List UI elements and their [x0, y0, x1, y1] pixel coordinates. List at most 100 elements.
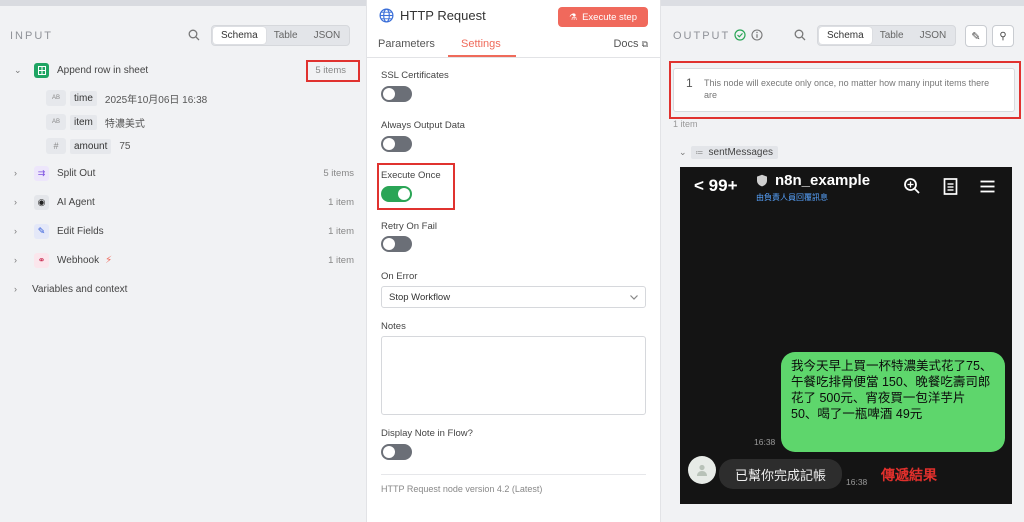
edit-output-button[interactable]: ✎ [965, 25, 987, 47]
chevron-down-icon[interactable]: ⌄ [14, 65, 26, 76]
string-type-icon: AB [46, 114, 66, 130]
item-count: 5 items [323, 167, 354, 179]
on-error-value: Stop Workflow [389, 291, 451, 303]
on-error-label: On Error [381, 271, 418, 282]
notice-text: This node will execute only once, no mat… [704, 78, 990, 100]
search-icon[interactable] [794, 29, 806, 41]
notes-icon [943, 178, 958, 195]
search-icon [904, 178, 920, 194]
message-time: 16:38 [754, 437, 776, 447]
chevron-right-icon[interactable]: › [14, 255, 26, 265]
item-count: 1 item [328, 225, 354, 237]
split-out-icon: ⇉ [34, 165, 49, 181]
google-sheets-icon [34, 62, 49, 78]
tab-json[interactable]: JSON [306, 27, 349, 44]
field-row-item: AB item 特濃美式 [46, 112, 145, 132]
annotation-label: 傳遞結果 [881, 467, 937, 483]
tab-json[interactable]: JSON [912, 27, 955, 44]
field-key[interactable]: item [70, 114, 97, 130]
divider [381, 474, 646, 475]
display-note-toggle[interactable] [381, 444, 412, 460]
retry-toggle[interactable] [381, 236, 412, 252]
field-row-time: AB time 2025年10月06日 16:38 [46, 88, 207, 108]
notes-label: Notes [381, 321, 406, 332]
chevron-down-icon[interactable]: ⌄ [679, 147, 687, 158]
on-error-select[interactable]: Stop Workflow [381, 286, 646, 308]
output-view-switch: Schema Table JSON [817, 25, 957, 46]
chat-name: n8n_example [775, 172, 871, 189]
tree-item-split-out[interactable]: › ⇉ Split Out 5 items [14, 163, 354, 183]
list-icon: ≔ [695, 147, 704, 157]
pencil-icon: ✎ [34, 223, 49, 239]
ssl-toggle[interactable] [381, 86, 412, 102]
display-note-label: Display Note in Flow? [381, 428, 473, 439]
retry-label: Retry On Fail [381, 221, 437, 232]
external-link-icon: ⧉ [641, 39, 648, 49]
field-value: 75 [119, 140, 131, 152]
input-title: INPUT [10, 30, 53, 42]
back-button: < 99+ [694, 176, 738, 195]
chevron-right-icon[interactable]: › [14, 197, 26, 207]
execute-once-toggle[interactable] [381, 186, 412, 202]
chat-subtitle: 由負責人員回覆訊息 [756, 193, 828, 202]
field-key[interactable]: ≔ sentMessages [690, 145, 779, 159]
tree-item-append-row[interactable]: ⌄ Append row in sheet 5 items [14, 60, 354, 80]
globe-icon [379, 8, 394, 23]
chevron-down-icon [630, 295, 638, 300]
user-icon [697, 464, 707, 476]
outgoing-message: 我今天早上買一杯特濃美式花了75、午餐吃排骨便當 150、晚餐吃壽司郎花了 50… [781, 352, 1005, 452]
field-row-amount: # amount 75 [46, 136, 130, 156]
chevron-right-icon[interactable]: › [14, 226, 26, 236]
tree-item-variables[interactable]: › Variables and context [14, 279, 354, 299]
menu-icon [980, 180, 995, 193]
settings-tabs: Parameters Settings Docs ⧉ [367, 34, 660, 58]
chat-header: < 99+ n8n_example 由負責人員回覆訊息 [680, 167, 1012, 209]
tab-table[interactable]: Table [266, 27, 306, 44]
execute-once-notice: 1 This node will execute only once, no m… [673, 68, 1015, 112]
tab-settings[interactable]: Settings [461, 38, 501, 50]
tree-item-ai-agent[interactable]: › ◉ AI Agent 1 item [14, 192, 354, 212]
info-icon[interactable] [751, 29, 763, 41]
chevron-right-icon[interactable]: › [14, 168, 26, 178]
message-time: 16:38 [846, 477, 868, 487]
tree-item-label: Split Out [57, 167, 96, 179]
field-value: 2025年10月06日 16:38 [104, 94, 208, 106]
number-type-icon: # [46, 138, 66, 154]
notice-number: 1 [686, 76, 693, 90]
top-strip [661, 0, 1024, 6]
tree-item-label: Append row in sheet [57, 64, 149, 76]
docs-link[interactable]: Docs ⧉ [613, 38, 648, 50]
chevron-right-icon[interactable]: › [14, 284, 26, 294]
flask-icon: ⚗ [569, 11, 578, 22]
always-output-label: Always Output Data [381, 120, 465, 131]
tab-parameters[interactable]: Parameters [378, 38, 435, 50]
field-key[interactable]: time [70, 90, 97, 106]
item-count: 1 item [328, 196, 354, 208]
field-value: 特濃美式 [104, 118, 145, 130]
pin-data-button[interactable]: ⚲ [992, 25, 1014, 47]
search-icon[interactable] [188, 29, 200, 41]
tab-table[interactable]: Table [872, 27, 912, 44]
highlight-box [306, 60, 360, 82]
tab-schema[interactable]: Schema [819, 27, 872, 44]
robot-icon: ◉ [34, 194, 49, 210]
field-key[interactable]: amount [70, 138, 112, 154]
input-view-switch: Schema Table JSON [211, 25, 351, 46]
incoming-message: 已幫你完成記帳 [719, 459, 842, 489]
success-check-icon [734, 29, 746, 41]
always-output-toggle[interactable] [381, 136, 412, 152]
top-strip [0, 0, 366, 6]
tree-item-webhook[interactable]: › ⚭ Webhook ⚡ 1 item [14, 250, 354, 270]
output-title: OUTPUT [673, 30, 731, 42]
tree-item-edit-fields[interactable]: › ✎ Edit Fields 1 item [14, 221, 354, 241]
webhook-icon: ⚭ [34, 252, 49, 268]
notes-textarea[interactable] [381, 336, 646, 415]
node-settings-panel: HTTP Request ⚗ Execute step Parameters S… [366, 0, 661, 522]
trigger-bolt-icon: ⚡ [105, 254, 113, 266]
pencil-icon: ✎ [971, 30, 981, 43]
tab-schema[interactable]: Schema [213, 27, 266, 44]
output-field-sentmessages[interactable]: ⌄ ≔ sentMessages [679, 145, 779, 159]
string-type-icon: AB [46, 90, 66, 106]
execute-step-button[interactable]: ⚗ Execute step [558, 7, 648, 27]
tree-item-label: Webhook [57, 254, 100, 266]
